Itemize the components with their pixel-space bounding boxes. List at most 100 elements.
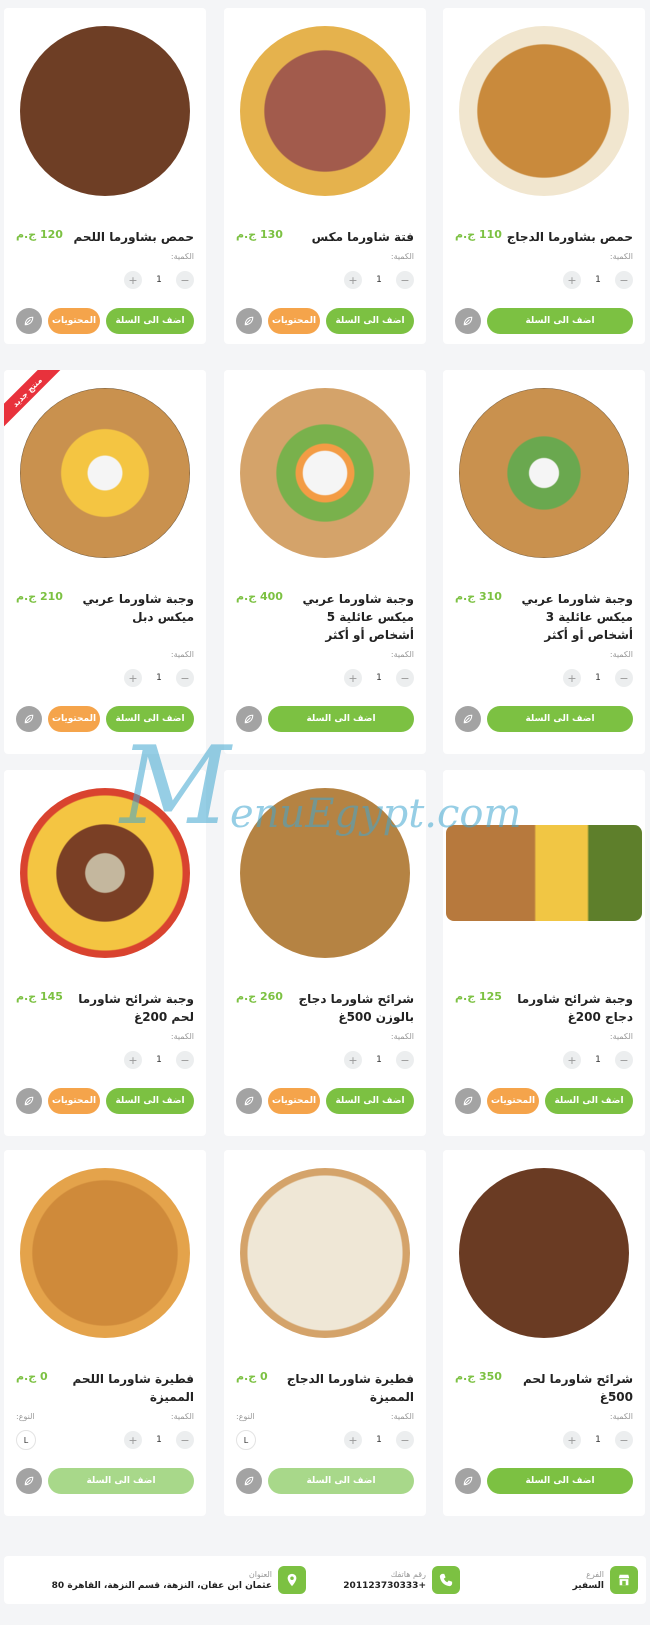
product-card[interactable]: شرائح شاورما دجاج بالوزن 500غ 260 ج.م الكم… bbox=[224, 770, 426, 1136]
product-image[interactable] bbox=[443, 770, 645, 976]
product-image[interactable] bbox=[4, 1150, 206, 1356]
product-image[interactable] bbox=[443, 370, 645, 576]
size-option-chip[interactable]: L bbox=[236, 1430, 256, 1450]
contents-button[interactable]: المحتويات bbox=[48, 308, 100, 334]
product-card[interactable]: فطيرة شاورما الدجاج المميزة 0 ج.م الكمية: ا… bbox=[224, 1150, 426, 1516]
leaf-icon[interactable] bbox=[455, 1468, 481, 1494]
decrement-button[interactable]: − bbox=[176, 271, 194, 289]
quantity-value[interactable]: 1 bbox=[591, 275, 605, 285]
decrement-button[interactable]: − bbox=[615, 1051, 633, 1069]
quantity-stepper[interactable]: +1− bbox=[344, 1051, 414, 1069]
size-option-chip[interactable]: L bbox=[16, 1430, 36, 1450]
add-to-cart-button[interactable]: اضف الى السلة bbox=[106, 1088, 194, 1114]
product-card[interactable]: حمص بشاورما الدجاج 110 ج.م الكمية: +1− اضف ا… bbox=[443, 8, 645, 344]
quantity-stepper[interactable]: +1− bbox=[344, 1431, 414, 1449]
increment-button[interactable]: + bbox=[563, 669, 581, 687]
quantity-value[interactable]: 1 bbox=[372, 673, 386, 683]
quantity-stepper[interactable]: +1− bbox=[563, 1051, 633, 1069]
increment-button[interactable]: + bbox=[563, 271, 581, 289]
quantity-value[interactable]: 1 bbox=[152, 1055, 166, 1065]
product-image[interactable] bbox=[4, 370, 206, 576]
quantity-value[interactable]: 1 bbox=[372, 1055, 386, 1065]
product-card[interactable]: شرائح شاورما لحم 500غ 350 ج.م الكمية: +1− اض… bbox=[443, 1150, 645, 1516]
add-to-cart-button[interactable]: اضف الى السلة bbox=[545, 1088, 633, 1114]
add-to-cart-button[interactable]: اضف الى السلة bbox=[487, 308, 633, 334]
add-to-cart-button[interactable]: اضف الى السلة bbox=[48, 1468, 194, 1494]
leaf-icon[interactable] bbox=[455, 1088, 481, 1114]
phone-value[interactable]: +201123730333 bbox=[343, 1581, 426, 1591]
quantity-value[interactable]: 1 bbox=[372, 275, 386, 285]
contents-button[interactable]: المحتويات bbox=[48, 706, 100, 732]
quantity-stepper[interactable]: +1− bbox=[124, 271, 194, 289]
increment-button[interactable]: + bbox=[124, 271, 142, 289]
decrement-button[interactable]: − bbox=[615, 1431, 633, 1449]
product-image[interactable] bbox=[224, 770, 426, 976]
product-image[interactable] bbox=[224, 370, 426, 576]
decrement-button[interactable]: − bbox=[396, 271, 414, 289]
increment-button[interactable]: + bbox=[563, 1431, 581, 1449]
leaf-icon[interactable] bbox=[16, 1468, 42, 1494]
decrement-button[interactable]: − bbox=[615, 669, 633, 687]
quantity-value[interactable]: 1 bbox=[152, 673, 166, 683]
leaf-icon[interactable] bbox=[16, 308, 42, 334]
product-card[interactable]: منتج جديد وجبة شاورما عربي ميكس دبل 210 ج.… bbox=[4, 370, 206, 754]
increment-button[interactable]: + bbox=[344, 1431, 362, 1449]
increment-button[interactable]: + bbox=[563, 1051, 581, 1069]
product-image[interactable] bbox=[224, 8, 426, 214]
contents-button[interactable]: المحتويات bbox=[487, 1088, 539, 1114]
product-card[interactable]: فتة شاورما مكس 130 ج.م الكمية: +1− اضف الى ا… bbox=[224, 8, 426, 344]
quantity-value[interactable]: 1 bbox=[152, 275, 166, 285]
decrement-button[interactable]: − bbox=[396, 669, 414, 687]
product-image[interactable] bbox=[443, 1150, 645, 1356]
quantity-value[interactable]: 1 bbox=[591, 1055, 605, 1065]
increment-button[interactable]: + bbox=[124, 1431, 142, 1449]
add-to-cart-button[interactable]: اضف الى السلة bbox=[326, 1088, 414, 1114]
decrement-button[interactable]: − bbox=[615, 271, 633, 289]
product-image[interactable] bbox=[4, 8, 206, 214]
product-image[interactable] bbox=[4, 770, 206, 976]
add-to-cart-button[interactable]: اضف الى السلة bbox=[268, 706, 414, 732]
quantity-stepper[interactable]: +1− bbox=[563, 669, 633, 687]
contents-button[interactable]: المحتويات bbox=[48, 1088, 100, 1114]
product-card[interactable]: فطيرة شاورما اللحم المميزة 0 ج.م الكمية: ال… bbox=[4, 1150, 206, 1516]
leaf-icon[interactable] bbox=[455, 308, 481, 334]
quantity-value[interactable]: 1 bbox=[152, 1435, 166, 1445]
quantity-stepper[interactable]: +1− bbox=[344, 271, 414, 289]
product-card[interactable]: وجبة شرائح شاورما دجاج 200غ 125 ج.م الكمية… bbox=[443, 770, 645, 1136]
quantity-stepper[interactable]: +1− bbox=[124, 669, 194, 687]
add-to-cart-button[interactable]: اضف الى السلة bbox=[487, 706, 633, 732]
quantity-stepper[interactable]: +1− bbox=[563, 1431, 633, 1449]
product-card[interactable]: وجبة شرائح شاورما لحم 200غ 145 ج.م الكمية:… bbox=[4, 770, 206, 1136]
product-card[interactable]: وجبة شاورما عربي ميكس عائلية 3 أشخاص أو … bbox=[443, 370, 645, 754]
increment-button[interactable]: + bbox=[124, 669, 142, 687]
product-card[interactable]: حمص بشاورما اللحم 120 ج.م الكمية: +1− اضف ال… bbox=[4, 8, 206, 344]
increment-button[interactable]: + bbox=[124, 1051, 142, 1069]
phone-info[interactable]: رقم هاتفك +201123730333 bbox=[343, 1562, 460, 1598]
decrement-button[interactable]: − bbox=[396, 1431, 414, 1449]
leaf-icon[interactable] bbox=[16, 1088, 42, 1114]
leaf-icon[interactable] bbox=[236, 1088, 262, 1114]
product-card[interactable]: وجبة شاورما عربي ميكس عائلية 5 أشخاص أو … bbox=[224, 370, 426, 754]
leaf-icon[interactable] bbox=[16, 706, 42, 732]
add-to-cart-button[interactable]: اضف الى السلة bbox=[326, 308, 414, 334]
leaf-icon[interactable] bbox=[236, 308, 262, 334]
quantity-stepper[interactable]: +1− bbox=[124, 1051, 194, 1069]
increment-button[interactable]: + bbox=[344, 271, 362, 289]
increment-button[interactable]: + bbox=[344, 1051, 362, 1069]
leaf-icon[interactable] bbox=[455, 706, 481, 732]
add-to-cart-button[interactable]: اضف الى السلة bbox=[487, 1468, 633, 1494]
decrement-button[interactable]: − bbox=[176, 1051, 194, 1069]
increment-button[interactable]: + bbox=[344, 669, 362, 687]
quantity-value[interactable]: 1 bbox=[591, 673, 605, 683]
decrement-button[interactable]: − bbox=[396, 1051, 414, 1069]
contents-button[interactable]: المحتويات bbox=[268, 308, 320, 334]
add-to-cart-button[interactable]: اضف الى السلة bbox=[106, 706, 194, 732]
add-to-cart-button[interactable]: اضف الى السلة bbox=[106, 308, 194, 334]
product-image[interactable] bbox=[224, 1150, 426, 1356]
quantity-value[interactable]: 1 bbox=[372, 1435, 386, 1445]
address-info[interactable]: العنوان عثمان ابن عفان، النزهة، قسم النز… bbox=[52, 1562, 306, 1598]
product-image[interactable] bbox=[443, 8, 645, 214]
leaf-icon[interactable] bbox=[236, 1468, 262, 1494]
decrement-button[interactable]: − bbox=[176, 1431, 194, 1449]
add-to-cart-button[interactable]: اضف الى السلة bbox=[268, 1468, 414, 1494]
